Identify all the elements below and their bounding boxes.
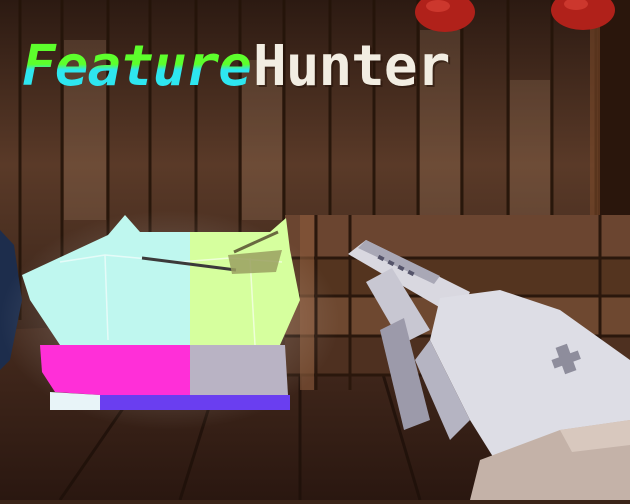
game-title: Feature Hunter	[22, 32, 450, 102]
title-word-hunter: Hunter	[253, 34, 450, 99]
glowing-cube	[0, 210, 340, 430]
title-word-feature: Feature	[22, 34, 252, 99]
